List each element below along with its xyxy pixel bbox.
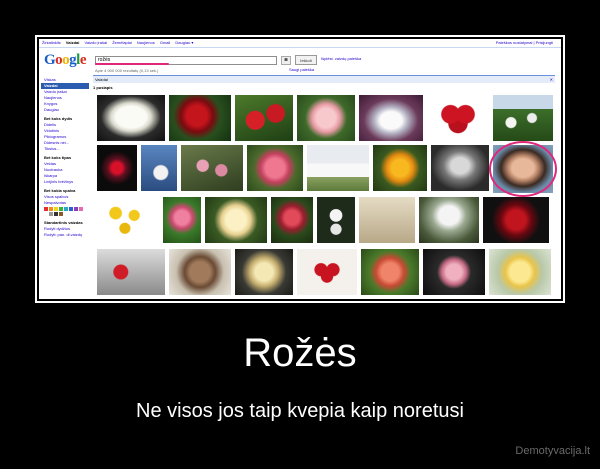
- color-swatch[interactable]: [44, 207, 48, 211]
- image-result-red-roses-bush[interactable]: [235, 95, 293, 141]
- pen-circle-annotation: [489, 141, 557, 197]
- topbar-link-videos[interactable]: Vaizdo įrašai: [84, 40, 107, 45]
- image-result-yellow-rose-single[interactable]: [489, 249, 551, 295]
- topbar-right-links[interactable]: Paieškos nustatymai | Prisijungti: [496, 39, 553, 47]
- image-result-dark-red-rose[interactable]: [483, 197, 549, 243]
- topbar-link-maps[interactable]: Žemėlapiai: [112, 40, 132, 45]
- google-logo[interactable]: Google: [44, 52, 87, 69]
- color-swatch[interactable]: [79, 207, 83, 211]
- topbar-link-news[interactable]: Naujienos: [137, 40, 155, 45]
- image-result-dried-rose[interactable]: [169, 249, 231, 295]
- topbar-link-web[interactable]: Žiniatinklis: [42, 40, 61, 45]
- image-result-pink-rose-leaves[interactable]: [163, 197, 201, 243]
- image-result-white-rose[interactable]: [97, 95, 165, 141]
- poster-frame: Žiniatinklis Vaizdai Vaizdo įrašai Žemėl…: [35, 35, 565, 303]
- image-result-white-roses-vase[interactable]: [419, 197, 479, 243]
- image-result-white-bouquet[interactable]: [359, 95, 423, 141]
- image-result-orange-rose[interactable]: [361, 249, 419, 295]
- color-swatch[interactable]: [59, 212, 63, 216]
- color-swatch[interactable]: [74, 207, 78, 211]
- safe-search-link[interactable]: Saugi paieška: [289, 67, 314, 72]
- camera-icon[interactable]: ◙: [281, 56, 291, 65]
- image-result-yellow-rose[interactable]: [373, 145, 427, 191]
- image-result-yellow-roses-white[interactable]: [97, 197, 159, 243]
- pen-underline-annotation: [95, 63, 169, 65]
- image-result-red-rose-vase[interactable]: [97, 249, 165, 295]
- topbar-link-more[interactable]: Daugiau ▾: [175, 40, 193, 45]
- image-result-red-rose[interactable]: [169, 95, 231, 141]
- image-result-bw-figure[interactable]: [431, 145, 489, 191]
- logo-letter: G: [44, 52, 56, 68]
- sidebar-type-item[interactable]: Linijinis brėžinys: [41, 179, 89, 185]
- logo-letter: e: [79, 52, 87, 68]
- result-stats: Apie 4 000 000 rezultatų (0,13 sek.): [95, 68, 159, 73]
- image-result-pink-rose[interactable]: [297, 95, 355, 141]
- image-result-pink-rose-big[interactable]: [247, 145, 303, 191]
- site-watermark: Demotyvacija.lt: [515, 445, 590, 457]
- sidebar-item-more[interactable]: Daugiau: [41, 107, 89, 113]
- page-label: 1 puslapis: [93, 85, 113, 90]
- image-result-rose-heart[interactable]: [427, 95, 489, 141]
- color-swatch[interactable]: [54, 207, 58, 211]
- image-result-heart-petals[interactable]: [297, 249, 357, 295]
- sidebar-size-item[interactable]: Tikslus...: [41, 146, 89, 152]
- left-sidebar: Viskas Vaizdai Vaizdo įrašai Naujienos K…: [41, 77, 89, 238]
- image-result-pink-rose-frame[interactable]: [423, 249, 485, 295]
- color-swatch[interactable]: [54, 212, 58, 216]
- color-swatch[interactable]: [49, 207, 53, 211]
- image-result-cream-rose[interactable]: [205, 197, 267, 243]
- poster-title: Rožės: [243, 331, 357, 375]
- search-button[interactable]: Ieškoti: [295, 55, 317, 65]
- close-icon[interactable]: ✕: [550, 76, 553, 83]
- image-result-house-garden[interactable]: [307, 145, 369, 191]
- color-swatch[interactable]: [44, 212, 48, 216]
- image-result-dark-rose-art[interactable]: [97, 145, 137, 191]
- google-images-screenshot: Žiniatinklis Vaizdai Vaizdo įrašai Žemėl…: [39, 39, 561, 299]
- color-swatch[interactable]: [64, 207, 68, 211]
- results-bar: Vaizdai ✕: [93, 75, 555, 83]
- google-top-bar: Žiniatinklis Vaizdai Vaizdo įrašai Žemėl…: [39, 39, 561, 48]
- image-result-cream-roses-bowl[interactable]: [235, 249, 293, 295]
- image-result-white-roses-dark[interactable]: [317, 197, 355, 243]
- color-swatch[interactable]: [49, 212, 53, 216]
- poster-subtitle: Ne visos jos taip kvepia kaip noretusi: [136, 400, 464, 422]
- results-bar-label: Vaizdai: [95, 77, 108, 82]
- topbar-link-images[interactable]: Vaizdai: [66, 40, 80, 45]
- image-result-rose-garden[interactable]: [493, 95, 553, 141]
- image-result-red-pink-rose[interactable]: [271, 197, 313, 243]
- sidebar-view-item[interactable]: Rodyti: pan. di.vaizdų: [41, 232, 89, 238]
- advanced-search-link[interactable]: Išplėst. vaizdų paieška: [321, 56, 361, 61]
- image-result-white-roses-blue[interactable]: [141, 145, 177, 191]
- color-swatch[interactable]: [69, 207, 73, 211]
- topbar-link-gmail[interactable]: Gmail: [160, 40, 170, 45]
- color-swatch[interactable]: [59, 207, 63, 211]
- image-result-vintage-card[interactable]: [359, 197, 415, 243]
- sidebar-color-item[interactable]: Nespalvotas: [41, 200, 89, 206]
- color-palette: [44, 207, 84, 217]
- image-result-pink-roses-bush[interactable]: [181, 145, 243, 191]
